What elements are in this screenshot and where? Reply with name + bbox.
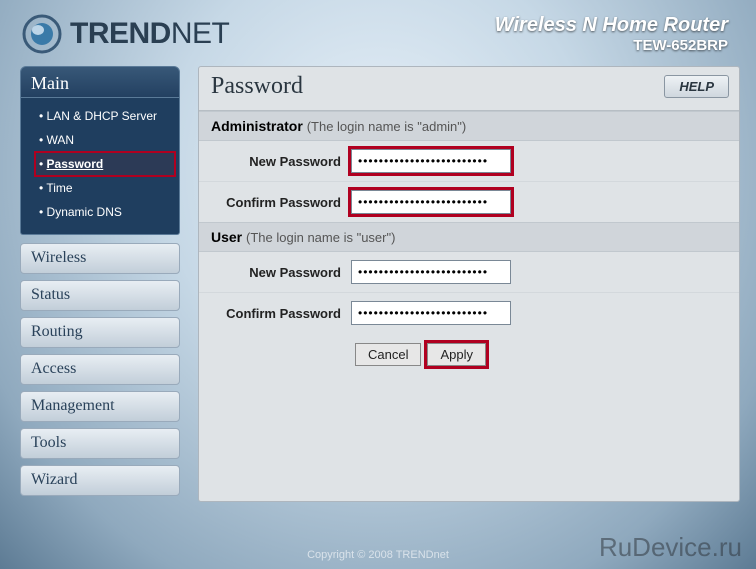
sidebar-item-wan[interactable]: WAN bbox=[35, 128, 175, 152]
product-title: Wireless N Home Router bbox=[495, 14, 728, 37]
sidebar-section-routing[interactable]: Routing bbox=[20, 317, 180, 348]
sidebar-section-status[interactable]: Status bbox=[20, 280, 180, 311]
apply-button[interactable]: Apply bbox=[427, 343, 486, 366]
admin-confirm-pw-row: Confirm Password bbox=[199, 181, 739, 222]
sidebar-item-time[interactable]: Time bbox=[35, 176, 175, 200]
product-model: TEW-652BRP bbox=[495, 37, 728, 54]
sidebar-section-access[interactable]: Access bbox=[20, 354, 180, 385]
user-confirm-pw-input[interactable] bbox=[351, 301, 511, 325]
sidebar-section-main[interactable]: Main bbox=[20, 66, 180, 98]
sidebar-main-list: LAN & DHCP Server WAN Password Time Dyna… bbox=[20, 98, 180, 235]
globe-icon bbox=[22, 14, 62, 54]
title-row: Password HELP bbox=[199, 67, 739, 111]
sidebar-section-management[interactable]: Management bbox=[20, 391, 180, 422]
sidebar-section-tools[interactable]: Tools bbox=[20, 428, 180, 459]
sidebar-section-wizard[interactable]: Wizard bbox=[20, 465, 180, 496]
admin-confirm-pw-label: Confirm Password bbox=[211, 195, 351, 210]
sidebar-item-password[interactable]: Password bbox=[35, 152, 175, 176]
header: TRENDNET Wireless N Home Router TEW-652B… bbox=[0, 0, 756, 60]
sidebar-item-dynamic-dns[interactable]: Dynamic DNS bbox=[35, 200, 175, 224]
admin-heading: Administrator bbox=[211, 118, 303, 134]
button-row: Cancel Apply bbox=[199, 333, 739, 380]
cancel-button[interactable]: Cancel bbox=[355, 343, 421, 366]
user-new-pw-label: New Password bbox=[211, 265, 351, 280]
user-confirm-pw-row: Confirm Password bbox=[199, 292, 739, 333]
sidebar: Main LAN & DHCP Server WAN Password Time… bbox=[20, 66, 180, 502]
header-right: Wireless N Home Router TEW-652BRP bbox=[495, 14, 728, 54]
user-section-head: User (The login name is "user") bbox=[199, 222, 739, 252]
user-confirm-pw-label: Confirm Password bbox=[211, 306, 351, 321]
content-panel: Password HELP Administrator (The login n… bbox=[198, 66, 740, 502]
user-heading: User bbox=[211, 229, 242, 245]
brand-text: TRENDNET bbox=[70, 17, 229, 51]
sidebar-item-lan-dhcp[interactable]: LAN & DHCP Server bbox=[35, 104, 175, 128]
user-new-pw-row: New Password bbox=[199, 252, 739, 292]
admin-confirm-pw-input[interactable] bbox=[351, 190, 511, 214]
user-new-pw-input[interactable] bbox=[351, 260, 511, 284]
brand-logo: TRENDNET bbox=[22, 14, 229, 54]
admin-section-head: Administrator (The login name is "admin"… bbox=[199, 111, 739, 141]
user-hint: (The login name is "user") bbox=[246, 230, 395, 245]
admin-new-pw-row: New Password bbox=[199, 141, 739, 181]
help-button[interactable]: HELP bbox=[664, 75, 729, 98]
admin-new-pw-label: New Password bbox=[211, 154, 351, 169]
sidebar-section-wireless[interactable]: Wireless bbox=[20, 243, 180, 274]
page-title: Password bbox=[211, 73, 303, 100]
admin-hint: (The login name is "admin") bbox=[307, 119, 467, 134]
admin-new-pw-input[interactable] bbox=[351, 149, 511, 173]
footer-text: Copyright © 2008 TRENDnet bbox=[0, 549, 756, 561]
